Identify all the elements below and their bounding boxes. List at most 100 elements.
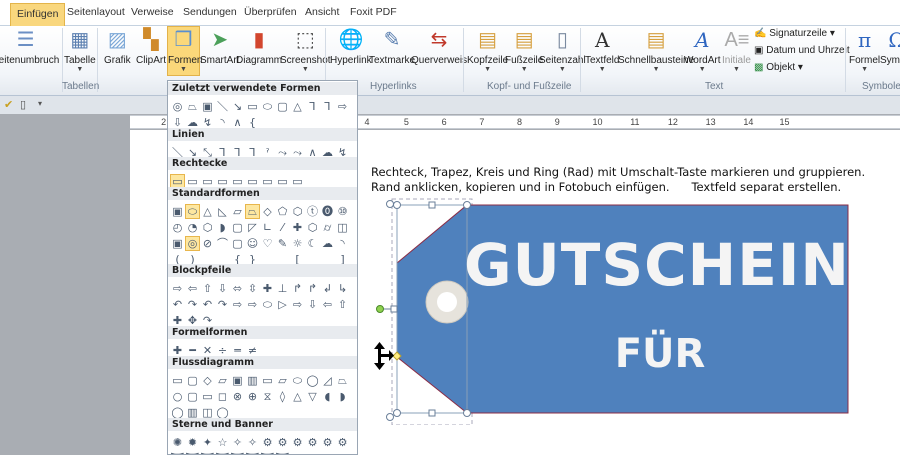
tab-seitenlayout[interactable]: Seitenlayout (67, 6, 125, 18)
shape-option-icon[interactable]: ⇳ (245, 281, 260, 296)
shape-option-icon[interactable]: ◻ (215, 389, 230, 404)
shape-option-icon[interactable]: ⇧ (200, 281, 215, 296)
shape-option-icon[interactable]: ▢ (230, 236, 245, 251)
tab-einfuegen[interactable]: Einfügen (10, 3, 66, 26)
page-number-button[interactable]: ▯ Seitenzahl ▼ (539, 28, 586, 73)
shape-option-icon[interactable]: ↷ (185, 297, 200, 312)
shape-option-icon[interactable]: ◊ (275, 389, 290, 404)
shape-option-icon[interactable]: ⬭ (290, 373, 305, 388)
shapes-button[interactable]: ❒ Formen ▼ (167, 26, 202, 76)
shape-option-icon[interactable]: ⬭ (185, 204, 200, 219)
shape-option-icon[interactable]: ⚙ (320, 435, 335, 450)
shape-option-icon[interactable]: ⬡ (200, 220, 215, 235)
picture-button[interactable]: ▨ Grafik (104, 28, 131, 66)
shape-option-icon[interactable]: ◎ (185, 236, 200, 251)
header-button[interactable]: ▤ Kopfzeile ▼ (467, 28, 508, 73)
shape-option-icon[interactable]: ✚ (260, 281, 275, 296)
rotation-handle[interactable] (376, 305, 384, 313)
shape-option-icon[interactable]: ⓣ (305, 204, 320, 219)
shape-option-icon[interactable]: ⇨ (170, 281, 185, 296)
shape-option-icon[interactable]: ◿ (320, 373, 335, 388)
shape-option-icon[interactable]: ⁄ (275, 220, 290, 235)
tab-sendungen[interactable]: Sendungen (183, 6, 237, 18)
shape-option-icon[interactable]: ▣ (200, 99, 215, 114)
shape-option-icon[interactable]: ＼ (215, 99, 230, 114)
shape-option-icon[interactable]: ◇ (200, 373, 215, 388)
gift-tag-graphic[interactable]: GUTSCHEIN FÜR (360, 195, 860, 425)
shape-option-icon[interactable]: ◗ (215, 220, 230, 235)
tab-ansicht[interactable]: Ansicht (305, 6, 339, 18)
shape-option-icon[interactable]: ⇦ (185, 281, 200, 296)
chart-button[interactable]: ▮ Diagramm (236, 28, 282, 66)
shape-option-icon[interactable]: ☼ (290, 236, 305, 251)
shape-option-icon[interactable]: ▱ (215, 373, 230, 388)
footer-button[interactable]: ▤ Fußzeile ▼ (505, 28, 543, 73)
shape-option-icon[interactable]: ⬡ (305, 220, 320, 235)
shape-option-icon[interactable]: ✧ (245, 435, 260, 450)
shape-option-icon[interactable]: ▢ (185, 389, 200, 404)
shape-option-icon[interactable]: ↶ (170, 297, 185, 312)
shape-option-icon[interactable]: ⛩ (260, 451, 275, 454)
shape-option-icon[interactable]: ↱ (305, 281, 320, 296)
signature-line-button[interactable]: ✍ Signaturzeile ▾ (754, 28, 835, 39)
shape-option-icon[interactable]: ↲ (320, 281, 335, 296)
shape-option-icon[interactable]: ✦ (200, 435, 215, 450)
shape-option-icon[interactable]: ☺ (245, 236, 260, 251)
shape-option-icon[interactable]: ⛩ (275, 451, 290, 454)
shape-option-icon[interactable]: ⇨ (290, 297, 305, 312)
shape-option-icon[interactable]: ✚ (290, 220, 305, 235)
shape-option-icon[interactable]: ⊗ (230, 389, 245, 404)
shape-option-icon[interactable]: ☁ (320, 236, 335, 251)
shape-option-icon[interactable]: ⛩ (200, 451, 215, 454)
shape-option-icon[interactable]: ⛩ (170, 451, 185, 454)
table-button[interactable]: ▦ Tabelle ▼ (64, 28, 96, 73)
shape-option-icon[interactable]: ◔ (185, 220, 200, 235)
shape-option-icon[interactable]: ▭ (170, 373, 185, 388)
shape-option-icon[interactable]: ✧ (230, 435, 245, 450)
shape-option-icon[interactable]: ⇧ (335, 297, 350, 312)
shape-option-icon[interactable]: ⊕ (245, 389, 260, 404)
shape-option-icon[interactable]: ◎ (170, 99, 185, 114)
drop-cap-button[interactable]: A≡ Initiale ▼ (722, 28, 751, 73)
shape-option-icon[interactable]: ↳ (335, 281, 350, 296)
shape-option-icon[interactable]: ○ (170, 389, 185, 404)
shape-option-icon[interactable]: ⧖ (260, 389, 275, 404)
shape-option-icon[interactable]: ☾ (305, 236, 320, 251)
shape-option-icon[interactable]: ◸ (245, 220, 260, 235)
page-break-button[interactable]: ☰ Seitenumbruch (0, 28, 59, 66)
clipart-button[interactable]: ▚ ClipArt (136, 28, 166, 66)
shape-option-icon[interactable]: ◴ (170, 220, 185, 235)
shape-option-icon[interactable]: ↶ (200, 297, 215, 312)
shape-option-icon[interactable]: ⊥ (275, 281, 290, 296)
shape-option-icon[interactable]: ⬭ (260, 297, 275, 312)
shape-option-icon[interactable]: ▱ (275, 373, 290, 388)
shape-option-icon[interactable]: ▢ (275, 99, 290, 114)
equation-button[interactable]: π Formel ▼ (849, 28, 880, 73)
new-document-icon[interactable]: ▯ (20, 98, 26, 111)
shape-option-icon[interactable]: △ (290, 389, 305, 404)
shape-option-icon[interactable]: ⬭ (260, 99, 275, 114)
shape-option-icon[interactable]: ◯ (305, 373, 320, 388)
hyperlink-button[interactable]: 🌐 Hyperlink (330, 28, 372, 66)
shape-option-icon[interactable]: ⬄ (230, 281, 245, 296)
shape-option-icon[interactable]: ▭ (200, 389, 215, 404)
object-button[interactable]: ▩ Objekt ▾ (754, 62, 803, 73)
shape-option-icon[interactable]: ▥ (245, 373, 260, 388)
wordart-button[interactable]: A WordArt ▼ (684, 28, 721, 73)
shape-option-icon[interactable]: △ (290, 99, 305, 114)
format-painter-icon[interactable]: ✔ (4, 98, 13, 111)
textbox-button[interactable]: A Textfeld ▼ (585, 28, 619, 73)
shape-option-icon[interactable]: ↘ (230, 99, 245, 114)
shape-option-icon[interactable]: ◝ (335, 236, 350, 251)
shape-option-icon[interactable]: ▢ (230, 220, 245, 235)
shape-option-icon[interactable]: ◺ (215, 204, 230, 219)
shape-option-icon[interactable]: △ (200, 204, 215, 219)
shape-option-icon[interactable]: ▭ (245, 99, 260, 114)
shape-option-icon[interactable]: ▭ (260, 373, 275, 388)
shape-option-icon[interactable]: ⇨ (230, 297, 245, 312)
shape-option-icon[interactable]: ⇨ (335, 99, 350, 114)
shape-option-icon[interactable]: ⇩ (305, 297, 320, 312)
cross-reference-button[interactable]: ⇆ Querverweis (411, 28, 467, 66)
shape-option-icon[interactable]: ⛩ (230, 451, 245, 454)
shape-option-icon[interactable]: ◗ (335, 389, 350, 404)
